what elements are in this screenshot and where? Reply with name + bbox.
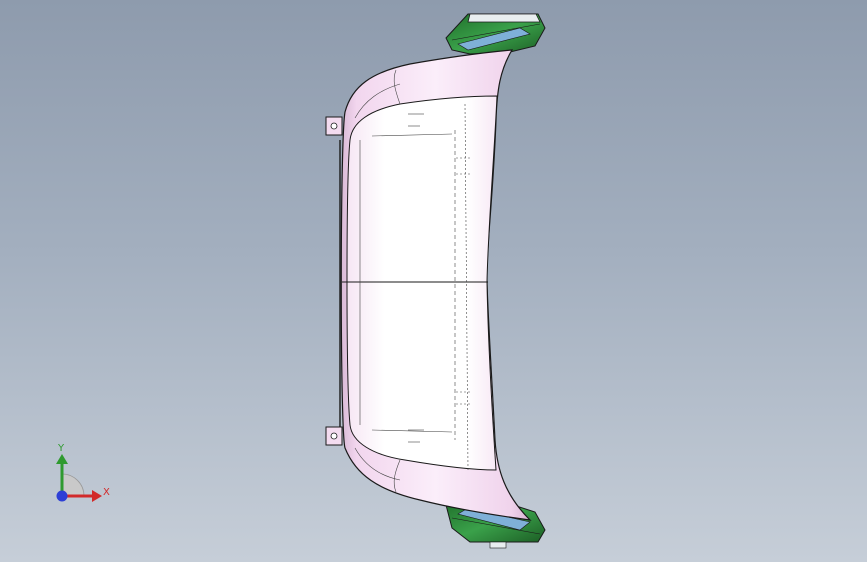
y-axis-arrow xyxy=(56,454,68,464)
mirror-face[interactable] xyxy=(346,95,498,471)
mount-tab-top[interactable] xyxy=(325,116,343,136)
top-bracket[interactable] xyxy=(445,13,546,55)
mount-tab-bottom[interactable] xyxy=(325,426,343,446)
z-axis-dot xyxy=(56,490,68,502)
x-axis-arrow xyxy=(92,490,102,502)
graphics-viewport[interactable]: Y X xyxy=(0,0,867,562)
y-axis-label: Y xyxy=(58,443,65,454)
cad-model[interactable] xyxy=(0,0,867,562)
x-axis-label: X xyxy=(103,487,110,498)
